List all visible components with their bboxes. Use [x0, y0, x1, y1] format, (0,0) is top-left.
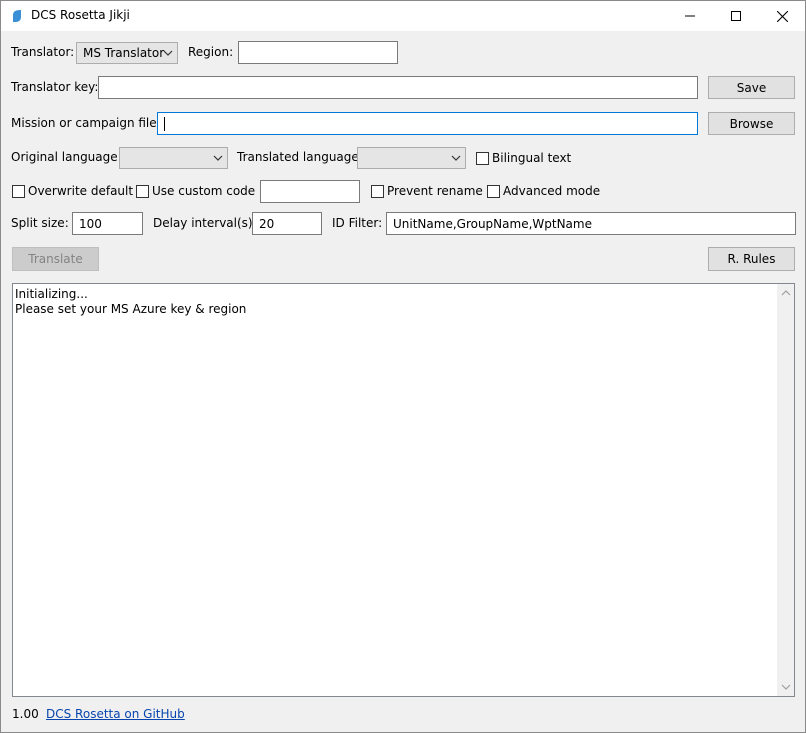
minimize-button[interactable] — [667, 1, 713, 31]
id-filter-input[interactable]: UnitName,GroupName,WptName — [386, 212, 796, 235]
maximize-icon — [731, 11, 741, 21]
close-icon — [776, 10, 788, 22]
github-link[interactable]: DCS Rosetta on GitHub — [46, 707, 185, 721]
save-button[interactable]: Save — [708, 76, 795, 99]
replacement-rules-button[interactable]: R. Rules — [708, 247, 795, 271]
text-caret — [164, 117, 165, 131]
region-label: Region: — [188, 45, 234, 59]
delay-interval-input[interactable]: 20 — [252, 212, 322, 235]
scroll-down-icon[interactable] — [781, 683, 791, 691]
overwrite-default-label: Overwrite default — [28, 184, 134, 198]
app-icon — [13, 10, 21, 22]
advanced-mode-label: Advanced mode — [503, 184, 601, 198]
bilingual-label: Bilingual text — [492, 151, 572, 165]
window-title: DCS Rosetta Jikji — [31, 8, 130, 22]
bilingual-checkbox[interactable] — [476, 152, 489, 165]
mission-file-input[interactable] — [157, 112, 698, 135]
delay-interval-label: Delay interval(s): — [153, 216, 257, 230]
main-window: DCS Rosetta Jikji Translator: MS Transla… — [0, 0, 806, 733]
title-bar[interactable]: DCS Rosetta Jikji — [1, 1, 805, 31]
browse-button[interactable]: Browse — [708, 112, 795, 135]
translator-label: Translator: — [11, 45, 75, 59]
translator-select-value: MS Translator — [83, 46, 165, 60]
original-language-label: Original language: — [11, 150, 122, 164]
log-output: Initializing... Please set your MS Azure… — [15, 287, 247, 316]
split-size-input[interactable]: 100 — [72, 212, 143, 235]
region-input[interactable] — [238, 41, 398, 64]
advanced-mode-checkbox[interactable] — [487, 185, 500, 198]
original-language-select[interactable] — [119, 147, 228, 169]
chevron-down-icon — [163, 50, 173, 56]
maximize-button[interactable] — [713, 1, 759, 31]
mission-file-label: Mission or campaign file: — [11, 116, 161, 130]
split-size-label: Split size: — [11, 216, 69, 230]
chevron-down-icon — [451, 155, 461, 161]
log-textarea[interactable]: Initializing... Please set your MS Azure… — [12, 283, 795, 697]
translated-language-select[interactable] — [357, 147, 466, 169]
chevron-down-icon — [213, 155, 223, 161]
scroll-up-icon[interactable] — [781, 289, 791, 297]
prevent-rename-checkbox[interactable] — [371, 185, 384, 198]
minimize-icon — [685, 15, 695, 17]
translate-button[interactable]: Translate — [12, 247, 99, 271]
translator-key-label: Translator key: — [11, 80, 99, 94]
use-custom-code-label: Use custom code — [152, 184, 256, 198]
use-custom-code-checkbox[interactable] — [136, 185, 149, 198]
vertical-scrollbar[interactable] — [777, 284, 794, 696]
translator-key-input[interactable] — [98, 76, 698, 99]
version-label: 1.00 — [12, 707, 39, 721]
overwrite-default-checkbox[interactable] — [12, 185, 25, 198]
close-button[interactable] — [759, 1, 805, 31]
translated-language-label: Translated language: — [237, 150, 363, 164]
id-filter-label: ID Filter: — [332, 216, 383, 230]
translator-select[interactable]: MS Translator — [76, 42, 178, 64]
custom-code-input[interactable] — [260, 180, 360, 203]
prevent-rename-label: Prevent rename — [387, 184, 483, 198]
